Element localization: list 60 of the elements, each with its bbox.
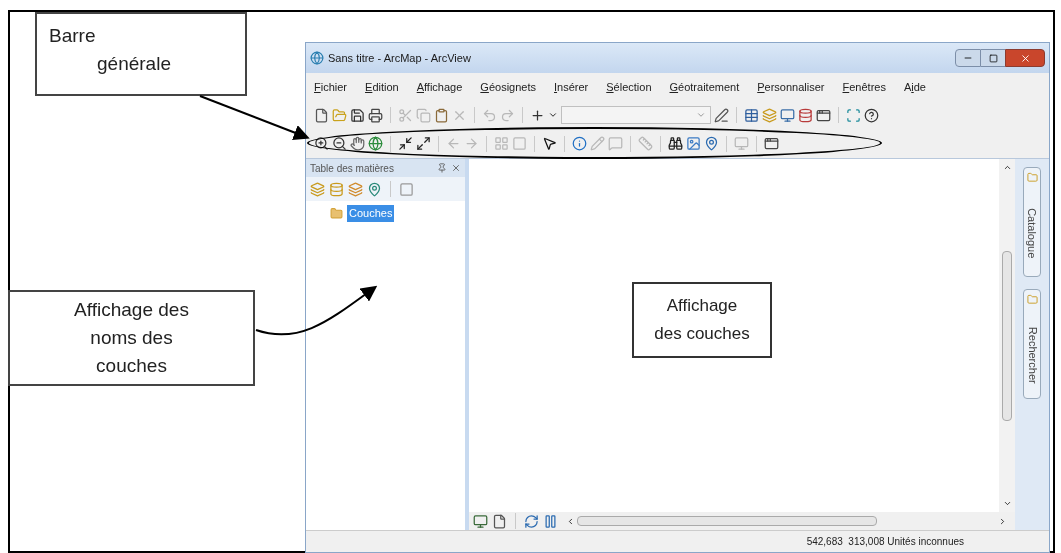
full-extent-icon[interactable] xyxy=(368,136,383,151)
identify-icon[interactable] xyxy=(572,136,587,151)
paste-icon[interactable] xyxy=(434,107,449,123)
zoom-in-icon[interactable] xyxy=(314,136,329,151)
caret-icon[interactable] xyxy=(548,110,558,120)
app-icon xyxy=(310,51,324,65)
menu-item[interactable]: Insérer xyxy=(554,78,589,96)
status-text: 542,683 313,008 Unités inconnues xyxy=(806,535,964,549)
scroll-up-icon[interactable] xyxy=(1002,163,1012,172)
callout-text: Affichage des xyxy=(74,298,189,322)
menu-item[interactable]: Affichage xyxy=(416,78,463,96)
close-icon xyxy=(1019,52,1031,64)
callout-text: des couches xyxy=(654,322,750,345)
pin-icon[interactable] xyxy=(437,163,447,173)
zoom-out-icon[interactable] xyxy=(332,136,347,151)
callout-text: Affichage xyxy=(666,294,738,317)
caret-icon xyxy=(696,110,706,120)
pan-icon[interactable] xyxy=(350,136,365,151)
pause-icon[interactable] xyxy=(543,513,558,529)
menu-item[interactable]: Edition xyxy=(365,78,399,96)
layout-view-icon[interactable] xyxy=(492,513,507,529)
callout-text: générale xyxy=(97,52,172,76)
maximize-icon xyxy=(988,53,998,63)
callout-text: Barre xyxy=(49,24,97,48)
folder-icon xyxy=(1026,172,1038,183)
new-document-icon[interactable] xyxy=(314,107,329,123)
data-view-icon[interactable] xyxy=(473,513,488,529)
help-icon[interactable] xyxy=(864,107,879,123)
menu-item[interactable]: Géosignets xyxy=(480,78,536,96)
refresh-icon[interactable] xyxy=(524,513,539,529)
panel-title: Table des matières xyxy=(310,161,394,176)
table-icon[interactable] xyxy=(744,107,759,123)
find-icon[interactable] xyxy=(668,136,683,151)
scroll-right-icon[interactable] xyxy=(998,516,1007,526)
menu-item[interactable]: Fichier xyxy=(314,78,348,96)
menu-item[interactable]: Aide xyxy=(903,78,926,96)
menu-item[interactable]: Sélection xyxy=(606,78,652,96)
menu-item[interactable]: Géotraitement xyxy=(669,78,740,96)
save-icon[interactable] xyxy=(350,107,365,123)
folder-icon xyxy=(1026,294,1038,305)
pointer-icon[interactable] xyxy=(542,136,557,151)
print-icon[interactable] xyxy=(368,107,383,123)
side-tab[interactable]: Rechercher xyxy=(1023,289,1041,399)
callout-text: noms des xyxy=(90,326,173,350)
window-title: Sans titre - ArcMap - ArcView xyxy=(328,50,471,66)
minimize-button[interactable] xyxy=(955,49,981,67)
close-icon[interactable] xyxy=(451,163,461,173)
side-tab[interactable]: Catalogue xyxy=(1023,167,1041,277)
scrollbar-thumb[interactable] xyxy=(1002,250,1012,421)
layer-group-icon xyxy=(330,206,343,220)
maximize-button[interactable] xyxy=(981,49,1005,67)
add-data-icon[interactable] xyxy=(530,107,545,123)
scrollbar-thumb[interactable] xyxy=(576,516,877,526)
menu-item[interactable]: Personnaliser xyxy=(757,78,825,96)
scroll-down-icon[interactable] xyxy=(1002,499,1012,508)
scroll-left-icon[interactable] xyxy=(566,516,575,526)
menu-item[interactable]: Fenêtres xyxy=(842,78,886,96)
vertical-scrollbar[interactable] xyxy=(999,159,1015,512)
callout-text: couches xyxy=(96,354,167,378)
close-button[interactable] xyxy=(1005,49,1045,67)
